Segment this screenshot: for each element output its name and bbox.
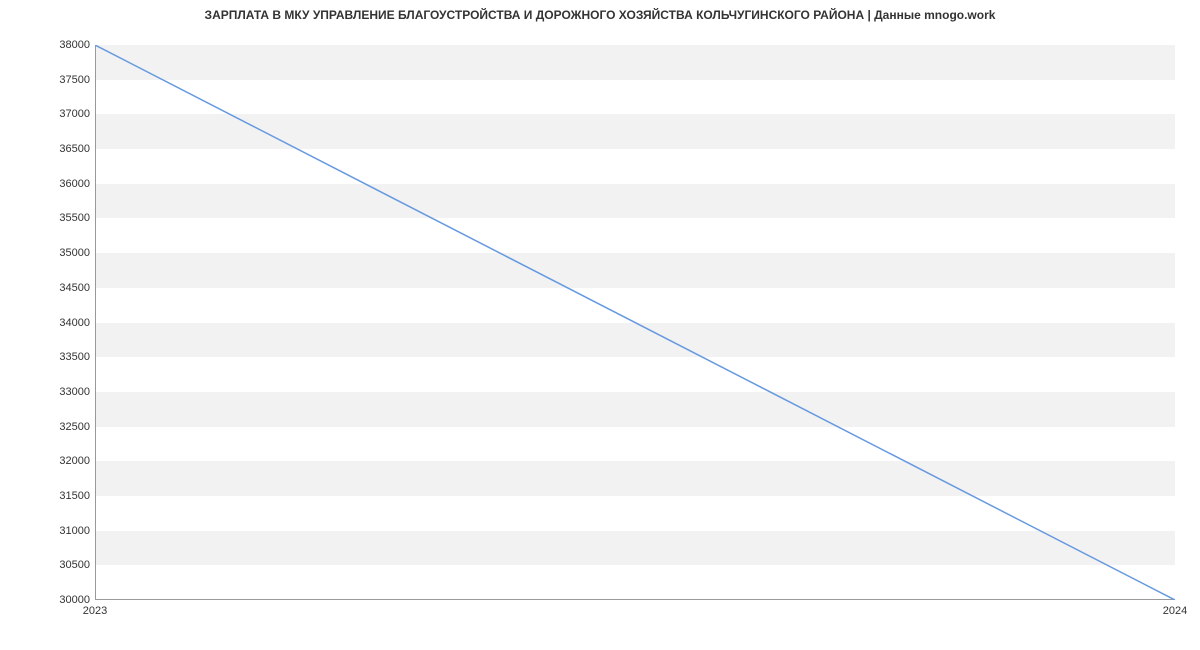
plot-area	[95, 45, 1175, 600]
chart-container: ЗАРПЛАТА В МКУ УПРАВЛЕНИЕ БЛАГОУСТРОЙСТВ…	[0, 0, 1200, 650]
y-tick-label: 31500	[10, 490, 90, 502]
x-tick-label: 2024	[1163, 605, 1187, 617]
y-tick-label: 37000	[10, 108, 90, 120]
y-tick-label: 37500	[10, 74, 90, 86]
grid-band	[96, 323, 1175, 358]
y-tick-label: 38000	[10, 39, 90, 51]
grid-band	[96, 45, 1175, 80]
y-tick-label: 33000	[10, 386, 90, 398]
grid-band	[96, 184, 1175, 219]
y-tick-label: 34500	[10, 282, 90, 294]
grid-band	[96, 461, 1175, 496]
y-tick-label: 32000	[10, 455, 90, 467]
y-tick-label: 36000	[10, 178, 90, 190]
grid-band	[96, 531, 1175, 566]
chart-title: ЗАРПЛАТА В МКУ УПРАВЛЕНИЕ БЛАГОУСТРОЙСТВ…	[0, 8, 1200, 22]
y-tick-label: 36500	[10, 143, 90, 155]
y-tick-label: 31000	[10, 525, 90, 537]
x-tick-label: 2023	[83, 605, 107, 617]
grid-band	[96, 114, 1175, 149]
y-tick-label: 30500	[10, 559, 90, 571]
y-tick-label: 33500	[10, 351, 90, 363]
y-tick-label: 30000	[10, 594, 90, 606]
y-tick-label: 35000	[10, 247, 90, 259]
grid-band	[96, 253, 1175, 288]
y-tick-label: 34000	[10, 317, 90, 329]
grid-band	[96, 392, 1175, 427]
y-tick-label: 35500	[10, 212, 90, 224]
y-tick-label: 32500	[10, 421, 90, 433]
